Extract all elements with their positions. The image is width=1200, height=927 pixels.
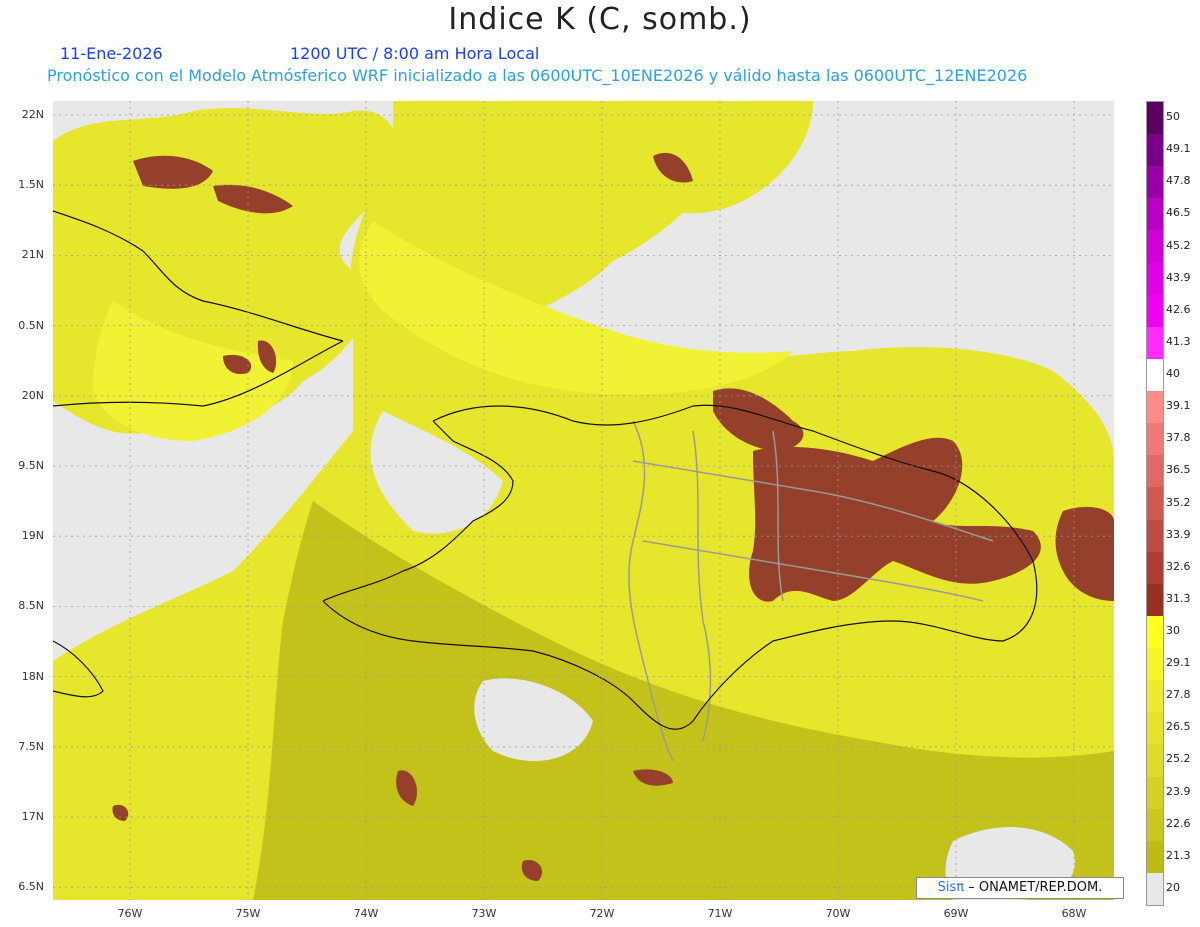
- legend-swatch: [1147, 744, 1163, 777]
- legend-label: 23.9: [1166, 784, 1191, 798]
- legend-label: 47.8: [1166, 174, 1191, 188]
- lat-label: 0.5N: [18, 318, 44, 332]
- legend-label: 33.9: [1166, 527, 1191, 541]
- lat-label: 9.5N: [18, 459, 44, 472]
- lon-label: 68W: [1061, 907, 1087, 920]
- legend-swatch: [1147, 326, 1163, 360]
- legend-label: 27.8: [1166, 688, 1191, 702]
- legend-swatch: [1147, 198, 1163, 231]
- forecast-map: [53, 101, 1114, 900]
- legend-swatch: [1147, 423, 1163, 456]
- legend-swatch: [1147, 519, 1163, 553]
- lat-label: 22N: [21, 108, 44, 121]
- legend-swatch: [1147, 487, 1163, 521]
- legend-swatch: [1147, 776, 1163, 810]
- legend-label: 42.6: [1166, 302, 1191, 316]
- lon-label: 76W: [117, 907, 143, 920]
- credit-org: – ONAMET/REP.DOM.: [968, 880, 1103, 895]
- lat-label: 6.5N: [18, 880, 44, 894]
- legend-label: 25.2: [1166, 752, 1191, 766]
- legend-swatch: [1147, 872, 1163, 906]
- chart-title: Indice K (C, somb.): [448, 2, 752, 37]
- legend-label: 40: [1166, 367, 1180, 381]
- legend-swatch: [1147, 840, 1163, 874]
- legend-label: 45.2: [1166, 238, 1191, 252]
- lat-label: 17N: [21, 810, 44, 823]
- lat-label: 19N: [21, 529, 44, 543]
- legend-label: 41.3: [1166, 334, 1191, 348]
- lat-label: 18N: [21, 669, 44, 683]
- lat-label: 1.5N: [18, 178, 44, 192]
- legend-label: 46.5: [1166, 206, 1191, 220]
- legend-swatch: [1147, 134, 1163, 167]
- legend-swatch: [1147, 102, 1163, 135]
- legend-swatch: [1147, 230, 1163, 264]
- legend-swatch: [1147, 358, 1163, 392]
- legend-swatch: [1147, 648, 1163, 681]
- legend-label: 30: [1166, 623, 1180, 637]
- legend-label: 26.5: [1166, 720, 1191, 734]
- lon-label: 75W: [235, 907, 261, 920]
- legend-swatch: [1147, 551, 1163, 585]
- legend-swatch: [1147, 615, 1163, 649]
- legend-label: 35.2: [1166, 495, 1191, 509]
- legend-label: 20: [1166, 880, 1180, 894]
- lon-label: 70W: [825, 907, 851, 920]
- legend-swatch: [1147, 712, 1163, 745]
- legend-label: 37.8: [1166, 431, 1191, 445]
- lon-label: 71W: [707, 907, 733, 920]
- map-svg: [53, 101, 1114, 900]
- lat-label: 8.5N: [18, 599, 44, 613]
- model-description: Pronóstico con el Modelo Atmósferico WRF…: [47, 66, 1028, 85]
- legend-label: 32.6: [1166, 559, 1191, 573]
- legend-swatch: [1147, 808, 1163, 842]
- legend-label: 21.3: [1166, 848, 1191, 862]
- legend-swatch: [1147, 583, 1163, 617]
- lon-label: 74W: [353, 907, 379, 920]
- valid-time: 1200 UTC / 8:00 am Hora Local: [290, 44, 540, 63]
- lon-label: 73W: [471, 907, 497, 920]
- lat-label: 7.5N: [18, 739, 44, 753]
- legend-swatch: [1147, 166, 1163, 199]
- credit-box: Sisπ – ONAMET/REP.DOM.: [916, 877, 1124, 899]
- legend-swatch: [1147, 391, 1163, 424]
- lon-label: 69W: [943, 907, 969, 920]
- legend-swatch: [1147, 262, 1163, 296]
- legend-swatch: [1147, 680, 1163, 713]
- lat-label: 21N: [21, 248, 44, 262]
- legend-label: 31.3: [1166, 591, 1191, 605]
- legend-label: 50: [1166, 110, 1180, 124]
- legend-label: 36.5: [1166, 463, 1191, 477]
- legend-label: 39.1: [1166, 399, 1191, 413]
- lon-label: 72W: [589, 907, 615, 920]
- lat-label: 20N: [21, 388, 44, 402]
- legend-label: 22.6: [1166, 816, 1191, 830]
- legend-label: 43.9: [1166, 270, 1191, 284]
- legend-swatch: [1147, 455, 1163, 488]
- legend-label: 49.1: [1166, 142, 1191, 156]
- color-legend: [1146, 101, 1164, 906]
- credit-brand: Sisπ: [937, 880, 965, 895]
- forecast-date: 11-Ene-2026: [60, 44, 163, 63]
- legend-swatch: [1147, 294, 1163, 328]
- legend-label: 29.1: [1166, 656, 1191, 670]
